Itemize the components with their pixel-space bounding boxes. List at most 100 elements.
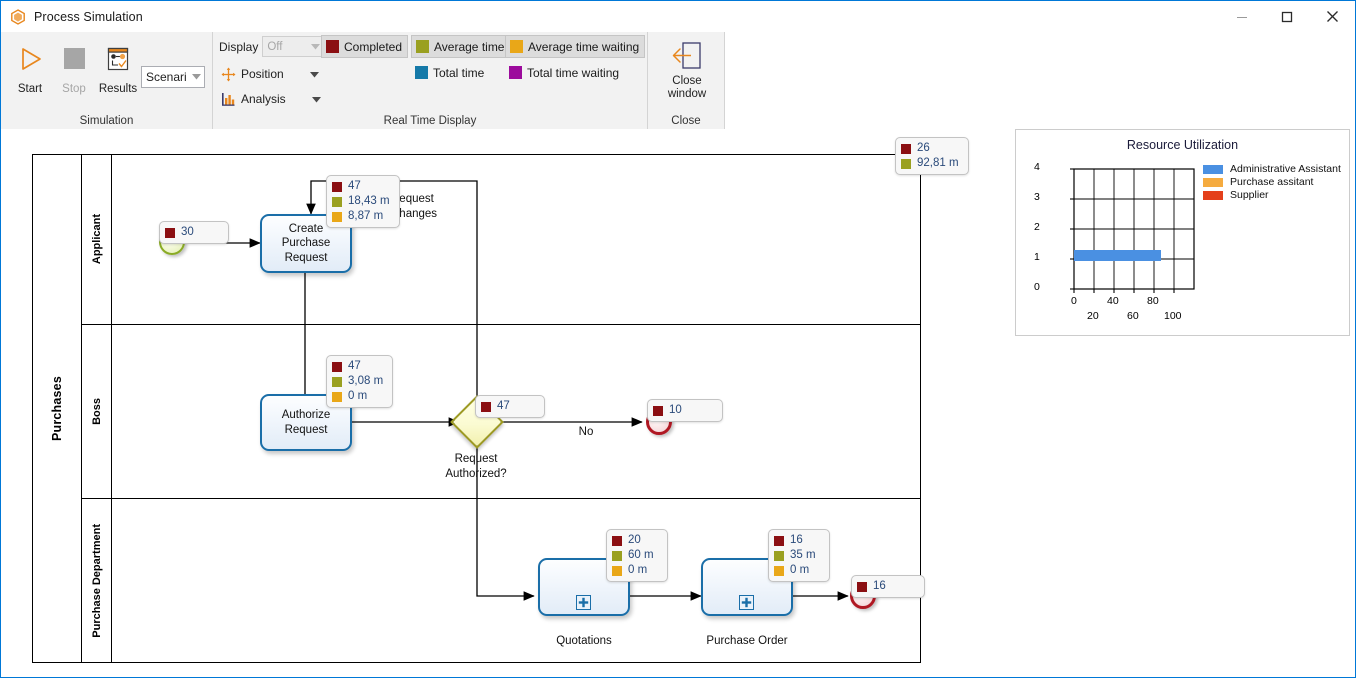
display-select[interactable]: Off	[262, 36, 325, 57]
title-bar: Process Simulation	[1, 1, 1355, 32]
completed-swatch	[857, 581, 867, 592]
chart-title: Resource Utilization	[1126, 138, 1239, 152]
average-time-waiting-swatch	[332, 391, 342, 402]
chip-average-time-waiting[interactable]: Average time waiting	[505, 35, 646, 58]
maximize-button[interactable]	[1264, 1, 1309, 32]
badge-value: 0 m	[628, 564, 648, 576]
average-time-swatch	[612, 550, 622, 561]
badge-value: 0 m	[790, 564, 810, 576]
badge-value: 10	[669, 404, 682, 416]
flow-label-request-changes: Request Changes	[391, 193, 438, 220]
chip-total-time[interactable]: Total time	[411, 61, 489, 84]
completed-swatch	[165, 227, 175, 238]
badge-row: 20	[612, 533, 658, 548]
bar-chart-icon	[219, 91, 237, 107]
badge-end-event-no[interactable]: 10	[647, 399, 723, 422]
completed-swatch	[901, 143, 911, 154]
badge-value: 92,81 m	[917, 157, 959, 169]
chart-xtick-20: 20	[1087, 310, 1099, 322]
start-button[interactable]: Start	[5, 36, 55, 106]
analysis-menu-button[interactable]: Analysis	[219, 88, 321, 110]
ribbon: Start Stop Results Scenari Simulation Di…	[1, 32, 1355, 129]
badge-row: 60 m	[612, 548, 658, 563]
badge-value: 3,08 m	[348, 375, 384, 387]
minimize-button[interactable]	[1219, 1, 1264, 32]
ribbon-group-close: Close window Close	[648, 32, 725, 129]
badge-value: 18,43 m	[348, 195, 390, 207]
badge-process-total[interactable]: 26 92,81 m	[895, 137, 969, 175]
badge-row: 47	[481, 399, 535, 414]
chip-completed-label: Completed	[344, 39, 403, 54]
badge-authorize-request[interactable]: 47 3,08 m 0 m	[326, 355, 394, 408]
badge-start-event[interactable]: 30	[159, 221, 229, 244]
average-time-waiting-swatch	[510, 40, 523, 53]
legend-label: Supplier	[1230, 189, 1269, 201]
ribbon-group-real-time-display: Display Off Position Analysis Completed …	[213, 32, 648, 129]
legend-item: Supplier	[1203, 189, 1341, 201]
chart-ytick-1: 1	[1034, 251, 1040, 263]
legend-item: Administrative Assistant	[1203, 163, 1341, 175]
badge-end-event-ok[interactable]: 16	[851, 575, 925, 598]
badge-row: 35 m	[774, 548, 820, 563]
ribbon-group-close-title: Close	[671, 115, 701, 127]
chip-total-time-waiting[interactable]: Total time waiting	[505, 61, 624, 84]
close-window-label-line2: window	[667, 88, 707, 100]
lane-applicant-name-box: Applicant	[82, 154, 112, 324]
chart-legend: Administrative Assistant Purchase assita…	[1203, 163, 1341, 202]
badge-quotations[interactable]: 20 60 m 0 m	[606, 529, 668, 582]
badge-create-purchase-request[interactable]: 47 18,43 m 8,87 m	[326, 175, 400, 228]
display-row: Display Off	[219, 36, 325, 57]
stop-button[interactable]: Stop	[49, 36, 99, 106]
chart-xtick-100: 100	[1164, 310, 1182, 322]
close-window-button[interactable]: Close window	[655, 37, 719, 101]
completed-swatch	[653, 405, 663, 416]
position-menu-button[interactable]: Position	[219, 63, 319, 85]
chip-average-time-label: Average time	[434, 39, 505, 54]
average-time-waiting-swatch	[612, 565, 622, 576]
lane-applicant-label: Applicant	[90, 213, 103, 265]
stop-button-label: Stop	[62, 83, 86, 95]
badge-value: 0 m	[348, 390, 368, 402]
completed-swatch	[774, 535, 784, 546]
expand-plus-icon[interactable]	[576, 595, 591, 610]
results-button-label: Results	[98, 83, 138, 95]
chart-xtick-0: 0	[1071, 295, 1077, 307]
ribbon-empty-area	[725, 32, 1355, 129]
display-label: Display	[219, 39, 259, 54]
task-authorize-request-label: Authorize Request	[281, 409, 331, 436]
lane-boss-name-box: Boss	[82, 325, 112, 498]
badge-row: 30	[165, 225, 219, 240]
badge-value: 8,87 m	[348, 210, 384, 222]
total-time-swatch	[415, 66, 428, 79]
badge-value: 16	[873, 580, 886, 592]
window-title: Process Simulation	[34, 9, 143, 24]
completed-swatch	[326, 40, 339, 53]
results-report-icon	[103, 36, 133, 82]
close-button[interactable]	[1309, 1, 1355, 32]
app-hexagon-icon	[10, 8, 26, 25]
badge-purchase-order[interactable]: 16 35 m 0 m	[768, 529, 830, 582]
close-window-label-line1: Close	[672, 75, 702, 87]
legend-label: Administrative Assistant	[1230, 163, 1341, 175]
badge-row: 16	[857, 579, 915, 594]
chart-plot-area	[1049, 159, 1199, 314]
chip-total-time-label: Total time	[433, 65, 485, 80]
chart-ytick-0: 0	[1034, 281, 1040, 293]
gateway-request-authorized-label: Request Authorized?	[445, 453, 507, 480]
chip-completed[interactable]: Completed	[321, 35, 409, 58]
average-time-swatch	[774, 550, 784, 561]
badge-value: 20	[628, 534, 641, 546]
window-controls	[1219, 1, 1355, 32]
resource-utilization-panel: Resource Utilization 4 3 2 1 0 0 20 40 6…	[1015, 129, 1350, 336]
ribbon-group-simulation: Start Stop Results Scenari Simulation	[1, 32, 213, 129]
chip-total-time-waiting-label: Total time waiting	[527, 65, 620, 80]
badge-gateway[interactable]: 47	[475, 395, 545, 418]
legend-swatch	[1203, 177, 1223, 187]
badge-row: 18,43 m	[332, 194, 390, 209]
badge-row: 0 m	[612, 563, 658, 578]
results-button[interactable]: Results	[93, 36, 143, 106]
expand-plus-icon[interactable]	[739, 595, 754, 610]
chip-average-time[interactable]: Average time	[411, 35, 511, 58]
average-time-swatch	[332, 376, 342, 387]
scenario-select[interactable]: Scenari	[141, 66, 205, 88]
